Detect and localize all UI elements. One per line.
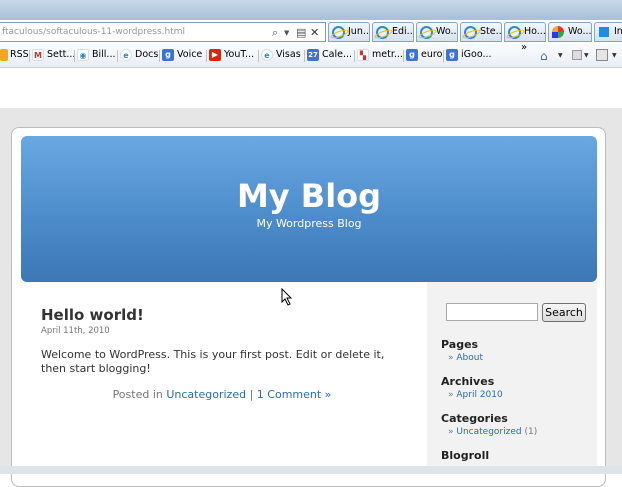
- google-icon: g: [406, 49, 418, 61]
- separator: [403, 50, 404, 62]
- favorites-bar: RSS M Sett... ◉ Bill... e Docs g Voice ▶ YouT…: [0, 42, 622, 68]
- rss-icon: [0, 49, 8, 61]
- tab-4[interactable]: Ste...: [460, 22, 502, 42]
- separator: [29, 50, 30, 62]
- metro-icon: ▚: [357, 49, 369, 61]
- bookmark-euro[interactable]: g euro: [406, 49, 442, 63]
- archives-widget-title: Archives: [441, 375, 495, 388]
- posted-in-label: Posted in: [112, 388, 163, 401]
- dropdown-arrow-icon[interactable]: ▼: [584, 52, 589, 59]
- meta-separator: |: [249, 388, 254, 401]
- ie-icon: e: [261, 49, 273, 61]
- search-button[interactable]: Search: [542, 303, 586, 322]
- tab-6[interactable]: Wo...: [548, 22, 592, 42]
- google-icon: ◉: [77, 49, 89, 61]
- tab-5[interactable]: Ho...: [504, 22, 546, 42]
- search-icon[interactable]: ⌕: [272, 26, 278, 40]
- blogroll-widget-title: Blogroll: [441, 449, 490, 462]
- separator: [354, 50, 355, 62]
- home-icon[interactable]: ⌂: [540, 49, 548, 63]
- dropdown-arrow-icon[interactable]: ▼: [558, 52, 563, 59]
- tab-1[interactable]: Jun...: [328, 22, 370, 42]
- ie-icon: [332, 26, 345, 39]
- separator: [258, 50, 259, 62]
- comments-link[interactable]: 1 Comment »: [257, 388, 332, 401]
- tab-3[interactable]: Wo...: [416, 22, 458, 42]
- post-body: Welcome to WordPress. This is your first…: [41, 348, 385, 375]
- categories-item: » Uncategorized (1): [448, 427, 538, 437]
- categories-widget-title: Categories: [441, 412, 508, 425]
- separator: [443, 50, 444, 62]
- wordpress-color-icon: [552, 26, 564, 38]
- address-text: ftaculous/softaculous-11-wordpress.html: [2, 27, 186, 37]
- post-date: April 11th, 2010: [41, 326, 110, 336]
- status-bar: [0, 466, 622, 474]
- dropdown-arrow-icon[interactable]: ▼: [284, 29, 289, 37]
- pages-widget-title: Pages: [441, 338, 479, 351]
- bookmark-voice[interactable]: g Voice: [162, 49, 202, 63]
- google-icon: g: [162, 49, 174, 61]
- bookmark-docs[interactable]: e Docs: [120, 49, 158, 63]
- page-link-about[interactable]: About: [456, 353, 483, 363]
- bookmark-visas[interactable]: e Visas: [261, 49, 301, 63]
- compatibility-view-icon[interactable]: ▤: [296, 26, 306, 39]
- google-icon: g: [446, 49, 458, 61]
- ie-icon: [376, 26, 389, 39]
- address-bar[interactable]: ftaculous/softaculous-11-wordpress.html …: [0, 22, 326, 42]
- bookmark-youtube[interactable]: ▶ YouT...: [209, 49, 254, 63]
- bookmark-igoogle[interactable]: g iGoo...: [446, 49, 492, 63]
- blog-title[interactable]: My Blog: [21, 177, 597, 215]
- blog-header: My Blog My Wordpress Blog: [21, 136, 597, 282]
- gmail-icon: M: [32, 49, 44, 61]
- category-link[interactable]: Uncategorized: [166, 388, 246, 401]
- post-meta: Posted in Uncategorized | 1 Comment »: [22, 388, 422, 401]
- ie-icon: [464, 26, 477, 39]
- post-title[interactable]: Hello world!: [41, 306, 144, 324]
- rss-feed-icon[interactable]: [596, 49, 608, 61]
- browser-titlebar: [0, 0, 622, 20]
- mouse-cursor-icon: [281, 287, 293, 306]
- separator: [304, 50, 305, 62]
- feeds-icon[interactable]: [572, 50, 582, 60]
- archives-item: » April 2010: [448, 390, 503, 400]
- tab-2[interactable]: Edi...: [372, 22, 414, 42]
- ie-icon: [508, 26, 521, 39]
- archive-link[interactable]: April 2010: [456, 390, 502, 400]
- close-icon[interactable]: ✕: [310, 26, 319, 39]
- blog-description: My Wordpress Blog: [256, 217, 362, 230]
- calendar-icon: 27: [307, 49, 319, 61]
- category-count: (1): [524, 427, 538, 437]
- pages-item: » About: [448, 353, 483, 363]
- tab-strip: Jun... Edi... Wo... Ste... Ho... Wo... I…: [328, 22, 622, 42]
- separator: [117, 50, 118, 62]
- category-sidebar-link[interactable]: Uncategorized: [456, 427, 521, 437]
- bookmark-metro[interactable]: ▚ metr...: [357, 49, 403, 63]
- bookmark-rss[interactable]: RSS: [0, 49, 29, 63]
- tab-7[interactable]: Int: [594, 22, 622, 42]
- favorites-overflow-button[interactable]: »: [521, 42, 527, 56]
- bookmark-settings[interactable]: M Sett...: [32, 49, 75, 63]
- bookmark-bill[interactable]: ◉ Bill...: [77, 49, 116, 63]
- bookmark-calendar[interactable]: 27 Cale...: [307, 49, 352, 63]
- separator: [206, 50, 207, 62]
- windows-icon: [599, 27, 609, 37]
- ie-icon: e: [120, 49, 132, 61]
- search-input[interactable]: [446, 303, 538, 321]
- dropdown-arrow-icon[interactable]: ▼: [612, 52, 617, 59]
- separator: [159, 50, 160, 62]
- ie-icon: [420, 26, 433, 39]
- separator: [74, 50, 75, 62]
- youtube-icon: ▶: [209, 49, 221, 61]
